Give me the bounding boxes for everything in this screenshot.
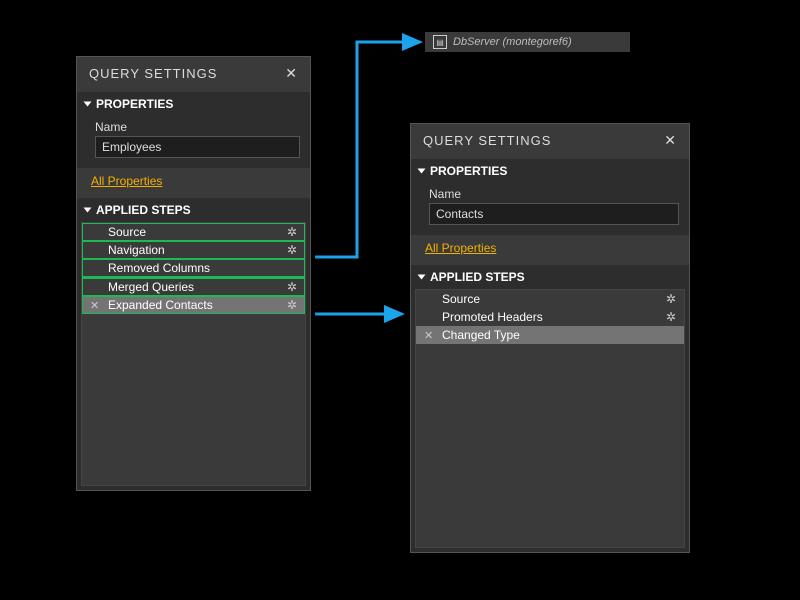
delete-step-icon[interactable]: ✕ — [90, 299, 99, 312]
query-name-input[interactable] — [95, 136, 300, 158]
applied-steps-label: APPLIED STEPS — [96, 203, 191, 217]
collapse-icon — [418, 169, 426, 174]
gear-icon[interactable]: ✲ — [287, 298, 297, 312]
name-label: Name — [95, 120, 300, 134]
applied-step[interactable]: ✕ Expanded Contacts ✲ — [82, 296, 305, 314]
gear-icon[interactable]: ✲ — [287, 225, 297, 239]
query-name-input[interactable] — [429, 203, 679, 225]
close-icon[interactable]: ✕ — [664, 132, 677, 149]
applied-steps-header[interactable]: APPLIED STEPS — [77, 198, 310, 222]
gear-icon[interactable]: ✲ — [666, 310, 676, 324]
all-properties-link[interactable]: All Properties — [425, 241, 689, 255]
collapse-icon — [418, 275, 426, 280]
applied-step[interactable]: Source ✲ — [416, 290, 684, 308]
applied-steps-list: Source ✲ Promoted Headers ✲ ✕ Changed Type — [415, 289, 685, 548]
gear-icon[interactable]: ✲ — [287, 280, 297, 294]
query-settings-panel-employees: QUERY SETTINGS ✕ PROPERTIES Name All Pro… — [76, 56, 311, 491]
applied-step[interactable]: Merged Queries ✲ — [82, 278, 305, 296]
properties-header[interactable]: PROPERTIES — [411, 159, 689, 183]
applied-steps-header[interactable]: APPLIED STEPS — [411, 265, 689, 289]
step-label: Changed Type — [442, 328, 520, 342]
delete-step-icon[interactable]: ✕ — [424, 329, 433, 342]
applied-step[interactable]: Removed Columns — [82, 259, 305, 277]
properties-body: Name — [411, 183, 689, 235]
properties-label: PROPERTIES — [430, 164, 507, 178]
panel-title: QUERY SETTINGS — [89, 66, 217, 81]
gear-icon[interactable]: ✲ — [287, 243, 297, 257]
properties-header[interactable]: PROPERTIES — [77, 92, 310, 116]
applied-step[interactable]: Navigation ✲ — [82, 241, 305, 259]
properties-label: PROPERTIES — [96, 97, 173, 111]
database-icon: ▤ — [433, 35, 447, 49]
step-label: Navigation — [108, 243, 165, 257]
step-label: Source — [108, 225, 146, 239]
query-settings-panel-contacts: QUERY SETTINGS ✕ PROPERTIES Name All Pro… — [410, 123, 690, 553]
all-properties-link[interactable]: All Properties — [91, 174, 310, 188]
close-icon[interactable]: ✕ — [285, 65, 298, 82]
applied-steps-list: Source ✲ Navigation ✲ Removed Columns Merged … — [81, 222, 306, 486]
panel-title: QUERY SETTINGS — [423, 133, 551, 148]
collapse-icon — [84, 102, 92, 107]
step-label: Source — [442, 292, 480, 306]
applied-step[interactable]: Promoted Headers ✲ — [416, 308, 684, 326]
step-label: Promoted Headers — [442, 310, 543, 324]
applied-step[interactable]: ✕ Changed Type — [416, 326, 684, 344]
applied-steps-label: APPLIED STEPS — [430, 270, 525, 284]
step-label: Merged Queries — [108, 280, 194, 294]
name-label: Name — [429, 187, 679, 201]
step-label: Removed Columns — [108, 261, 210, 275]
properties-body: Name — [77, 116, 310, 168]
applied-step[interactable]: Source ✲ — [82, 223, 305, 241]
collapse-icon — [84, 208, 92, 213]
db-server-label: DbServer (montegoref6) — [453, 36, 572, 48]
gear-icon[interactable]: ✲ — [666, 292, 676, 306]
panel-titlebar: QUERY SETTINGS ✕ — [77, 57, 310, 92]
step-label: Expanded Contacts — [108, 298, 213, 312]
db-server-chip[interactable]: ▤ DbServer (montegoref6) — [425, 32, 630, 52]
panel-titlebar: QUERY SETTINGS ✕ — [411, 124, 689, 159]
